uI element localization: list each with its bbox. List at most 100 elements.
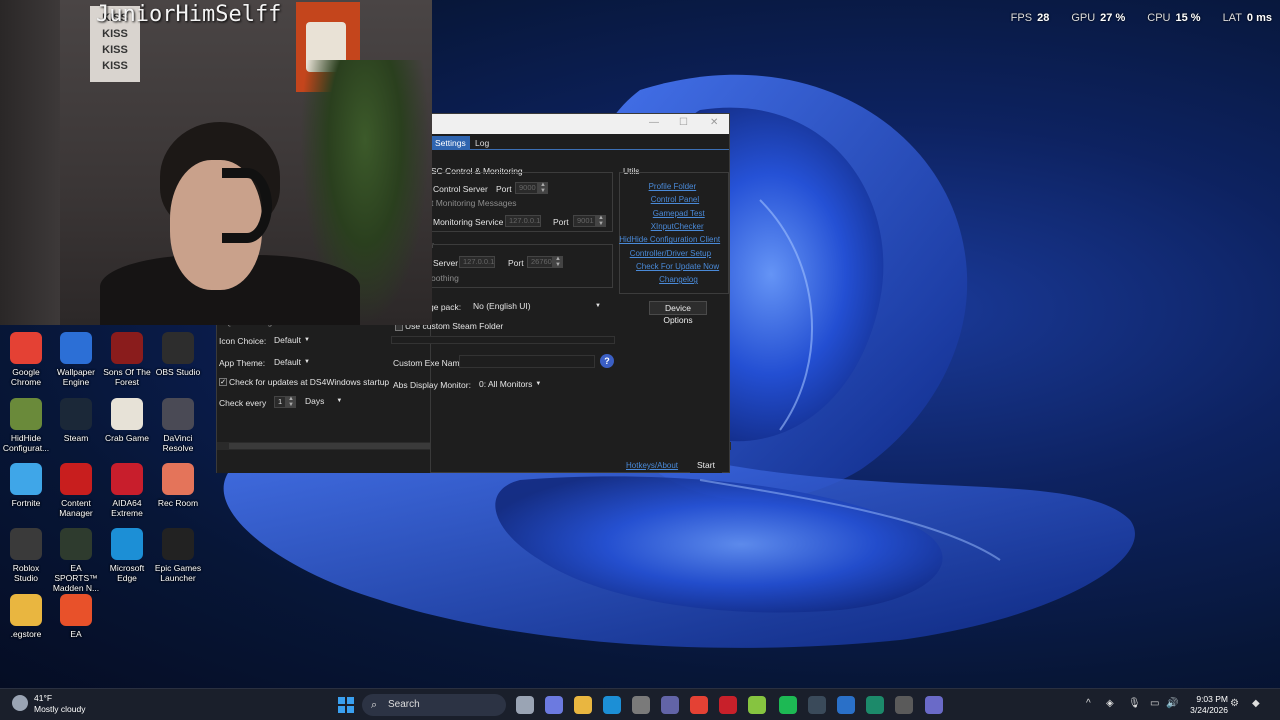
chrome-icon[interactable] bbox=[690, 696, 708, 714]
desktop-icon[interactable]: Wallpaper Engine bbox=[50, 332, 102, 387]
check-every-input[interactable]: 1 bbox=[274, 396, 286, 408]
check-every-unit-dropdown[interactable]: Days ▼ bbox=[305, 395, 342, 408]
monitoring-messages-label: t Monitoring Messages bbox=[431, 198, 517, 208]
microphone-icon[interactable]: 🎙 bbox=[1128, 698, 1141, 709]
chevron-down-icon: ▼ bbox=[535, 381, 542, 388]
app-theme-dropdown[interactable]: Default ▼ bbox=[274, 356, 310, 369]
monitoring-port-input[interactable]: 9001 bbox=[573, 215, 596, 227]
clock-time: 9:03 PM bbox=[1196, 694, 1228, 704]
utils-link[interactable]: Profile Folder bbox=[649, 182, 697, 191]
weather-widget[interactable]: 41°F Mostly cloudy bbox=[12, 693, 86, 715]
edge-icon[interactable] bbox=[603, 696, 621, 714]
app-icon-2[interactable] bbox=[837, 696, 855, 714]
desktop-icon[interactable]: Sons Of The Forest bbox=[101, 332, 153, 387]
desktop-icon[interactable]: Epic Games Launcher bbox=[152, 528, 204, 583]
rec-room-icon bbox=[162, 463, 194, 495]
minimize-icon[interactable]: — bbox=[649, 117, 659, 128]
teams-icon[interactable] bbox=[661, 696, 679, 714]
utils-link[interactable]: Check For Update Now bbox=[636, 262, 719, 271]
udp-port-spinner[interactable]: ▲ ▼ bbox=[553, 256, 563, 268]
language-pack-dropdown[interactable]: No (English UI) ▼ bbox=[473, 300, 603, 313]
network-icon[interactable]: ▭ bbox=[1150, 698, 1159, 709]
spotify-icon[interactable] bbox=[779, 696, 797, 714]
maximize-icon[interactable]: ☐ bbox=[679, 117, 688, 128]
desktop-icon[interactable]: Google Chrome bbox=[0, 332, 52, 387]
utils-link[interactable]: XInputChecker bbox=[651, 222, 704, 231]
help-icon[interactable]: ? bbox=[600, 354, 614, 368]
abs-display-dropdown[interactable]: 0: All Monitors ▼ bbox=[479, 378, 541, 391]
desktop-icon[interactable]: Roblox Studio bbox=[0, 528, 52, 583]
udp-port-input[interactable]: 26760 bbox=[527, 256, 553, 268]
taskbar-clock[interactable]: 9:03 PM 3/24/2026 bbox=[1190, 694, 1228, 716]
icon-choice-dropdown[interactable]: Default ▼ bbox=[274, 334, 310, 347]
udp-ip-input[interactable]: 127.0.0.1 bbox=[459, 256, 495, 268]
device-options-button[interactable]: Device Options bbox=[649, 301, 707, 325]
start-button-windows-icon[interactable] bbox=[338, 697, 354, 713]
desktop-icon[interactable]: Rec Room bbox=[152, 463, 204, 508]
control-port-input[interactable]: 9000 bbox=[515, 182, 538, 194]
close-icon[interactable]: ✕ bbox=[710, 117, 718, 128]
custom-exe-label: Custom Exe Name bbox=[393, 358, 465, 368]
lat-label: LAT bbox=[1222, 12, 1242, 24]
start-button[interactable]: Start bbox=[690, 459, 722, 473]
monitoring-port-spinner[interactable]: ▲ ▼ bbox=[596, 215, 606, 227]
folder-icon bbox=[10, 594, 42, 626]
desktop-icon[interactable]: AIDA64 Extreme bbox=[101, 463, 153, 518]
custom-exe-input[interactable] bbox=[459, 355, 595, 368]
utils-link[interactable]: Controller/Driver Setup bbox=[630, 249, 711, 258]
utils-link[interactable]: Gamepad Test bbox=[653, 209, 705, 218]
roblox-icon bbox=[10, 528, 42, 560]
taskbar-search[interactable]: ⌕ Search bbox=[362, 694, 506, 716]
clock-date: 3/24/2026 bbox=[1190, 705, 1228, 715]
acrobat-icon[interactable] bbox=[719, 696, 737, 714]
check-every-label: Check every bbox=[219, 398, 267, 408]
ds4windows-icon[interactable] bbox=[925, 696, 943, 714]
tab-settings[interactable]: Settings bbox=[431, 136, 470, 150]
desktop-icon[interactable]: Crab Game bbox=[101, 398, 153, 443]
poster-text: KISS bbox=[102, 28, 128, 40]
tray-app-icon[interactable]: ◈ bbox=[1106, 698, 1114, 709]
desktop-icon[interactable]: Microsoft Edge bbox=[101, 528, 153, 583]
window-titlebar[interactable]: — ☐ ✕ bbox=[431, 114, 729, 134]
task-view-icon[interactable] bbox=[516, 696, 534, 714]
sons-of-the-forest-icon bbox=[111, 332, 143, 364]
desktop-icon[interactable]: OBS Studio bbox=[152, 332, 204, 377]
monitoring-service-label: Monitoring Service bbox=[433, 217, 504, 227]
cpu-value: 15 % bbox=[1175, 12, 1201, 24]
desktop-icon[interactable]: DaVinci Resolve bbox=[152, 398, 204, 453]
control-port-spinner[interactable]: ▲ ▼ bbox=[538, 182, 548, 194]
desktop-icon-label: Google Chrome bbox=[10, 367, 42, 387]
check-updates-checkbox[interactable]: ✓ bbox=[219, 378, 227, 386]
search-icon: ⌕ bbox=[371, 699, 378, 711]
desktop-icon[interactable]: EA bbox=[50, 594, 102, 639]
desktop-icon-label: Roblox Studio bbox=[12, 563, 40, 583]
hidhide-icon bbox=[10, 398, 42, 430]
check-every-spinner[interactable]: ▲ ▼ bbox=[286, 396, 296, 408]
desktop-icon[interactable]: .egstore bbox=[0, 594, 52, 639]
app-icon-3[interactable] bbox=[866, 696, 884, 714]
utils-link[interactable]: Changelog bbox=[659, 275, 698, 284]
store-icon[interactable] bbox=[632, 696, 650, 714]
steam-folder-input[interactable] bbox=[391, 336, 615, 344]
app-icon-1[interactable] bbox=[808, 696, 826, 714]
vegas-icon[interactable] bbox=[748, 696, 766, 714]
desktop-icon[interactable]: Steam bbox=[50, 398, 102, 443]
wallpaper-engine-icon bbox=[60, 332, 92, 364]
desktop-icon[interactable]: Fortnite bbox=[0, 463, 52, 508]
app-icon-4[interactable] bbox=[895, 696, 913, 714]
steam-icon bbox=[60, 398, 92, 430]
settings-gear-icon[interactable]: ⚙ bbox=[1230, 698, 1239, 709]
copilot-icon[interactable] bbox=[545, 696, 563, 714]
tab-log[interactable]: Log bbox=[471, 136, 493, 150]
desktop-icon[interactable]: HidHide Configurat... bbox=[0, 398, 52, 453]
desktop-icon[interactable]: Content Manager bbox=[50, 463, 102, 518]
monitoring-ip-input[interactable]: 127.0.0.1 bbox=[505, 215, 541, 227]
hotkeys-about-link[interactable]: Hotkeys/About bbox=[626, 461, 678, 470]
copilot-tray-icon[interactable]: ◆ bbox=[1252, 698, 1260, 709]
desktop-icon[interactable]: EA SPORTS™ Madden N... bbox=[50, 528, 102, 593]
chevron-up-icon[interactable]: ^ bbox=[1086, 698, 1091, 709]
utils-link[interactable]: Control Panel bbox=[651, 195, 699, 204]
file-explorer-icon[interactable] bbox=[574, 696, 592, 714]
utils-link[interactable]: HidHide Configuration Client bbox=[619, 235, 720, 244]
volume-icon[interactable]: 🔊 bbox=[1166, 698, 1178, 709]
